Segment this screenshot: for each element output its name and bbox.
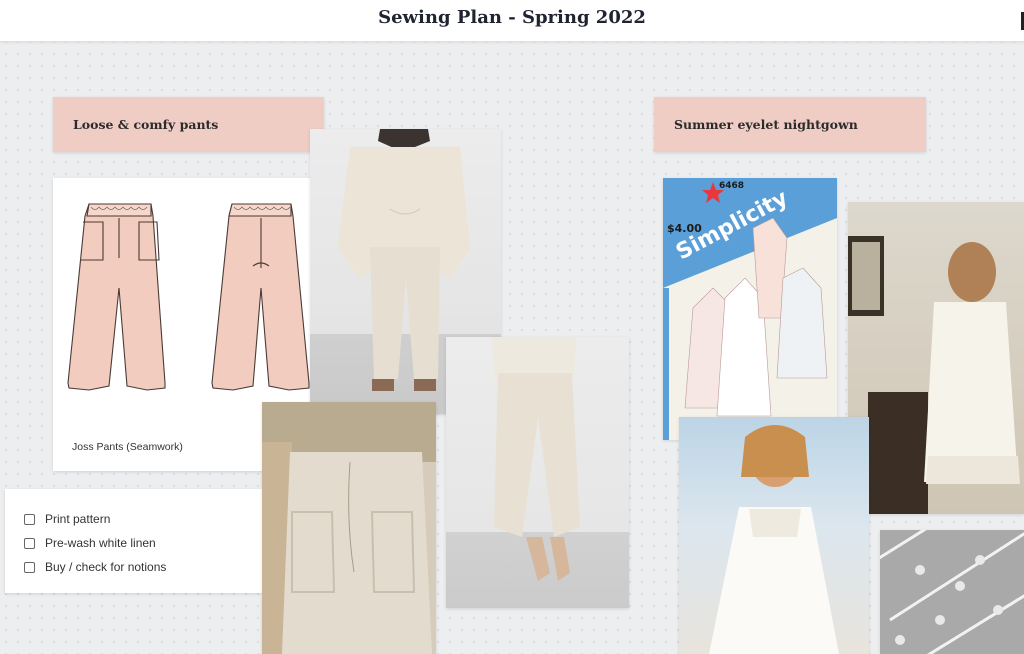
pants-flat-sketch-image (67, 203, 310, 391)
pants-section-label[interactable]: Loose & comfy pants (53, 97, 324, 152)
linen-pants-photo[interactable] (446, 337, 629, 608)
checklist-item[interactable]: Pre-wash white linen (24, 531, 262, 555)
pants-pocket-illustration (262, 402, 436, 654)
checklist-item-label: Print pattern (45, 512, 111, 526)
pattern-envelope-illustration: $4.00 Simplicity 6468 (663, 178, 837, 440)
envelope-number: 6468 (719, 181, 744, 191)
checklist-item[interactable]: Buy / check for notions (24, 555, 262, 579)
retro-nightgown-photo[interactable] (679, 417, 869, 654)
pattern-caption: Joss Pants (Seamwork) (72, 441, 183, 453)
nightgown-section-label[interactable]: Summer eyelet nightgown (654, 97, 926, 152)
pants-section-label-text: Loose & comfy pants (73, 117, 219, 132)
checkbox[interactable] (24, 561, 35, 573)
board-header: Sewing Plan - Spring 2022 (0, 0, 1024, 42)
board-title: Sewing Plan - Spring 2022 (378, 7, 646, 28)
checklist-item-label: Buy / check for notions (45, 560, 167, 574)
linen-pants-illustration (492, 337, 580, 581)
vintage-pattern-envelope[interactable]: $4.00 Simplicity 6468 (663, 178, 837, 440)
pants-pocket-photo[interactable] (262, 402, 436, 654)
white-nightgown-photo[interactable] (848, 202, 1024, 514)
checklist-item[interactable]: Print pattern (24, 507, 262, 531)
checklist-card: Print pattern Pre-wash white linen Buy /… (5, 489, 262, 593)
eyelet-fabric-illustration (880, 530, 1024, 654)
white-nightgown-illustration (848, 236, 1020, 514)
eyelet-fabric-swatch[interactable] (880, 530, 1024, 654)
checkbox[interactable] (24, 537, 35, 549)
checklist-item-label: Pre-wash white linen (45, 536, 156, 550)
retro-nightgown-illustration (709, 425, 839, 654)
checkbox[interactable] (24, 513, 35, 525)
nightgown-section-label-text: Summer eyelet nightgown (674, 117, 858, 132)
